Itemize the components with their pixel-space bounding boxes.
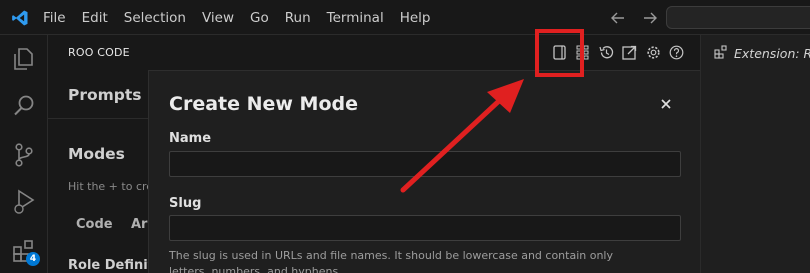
settings-icon[interactable] bbox=[645, 44, 662, 61]
panel-title: ROO CODE bbox=[68, 46, 130, 59]
slug-help-text: The slug is used in URLs and file names.… bbox=[169, 249, 614, 273]
menu-go[interactable]: Go bbox=[250, 10, 269, 26]
panel-header: ROO CODE bbox=[48, 35, 700, 70]
extensions-icon bbox=[714, 45, 727, 59]
help-icon[interactable] bbox=[668, 44, 685, 61]
role-definition-heading: Role Definitio bbox=[68, 258, 148, 273]
extensions-badge: 4 bbox=[26, 252, 40, 266]
menu-edit[interactable]: Edit bbox=[82, 10, 108, 26]
explorer-icon[interactable] bbox=[10, 45, 38, 73]
menu-selection[interactable]: Selection bbox=[124, 10, 186, 26]
section-divider bbox=[48, 118, 148, 119]
extension-editor-tab[interactable]: Extension: Roo bbox=[701, 35, 810, 70]
activity-bar: 4 bbox=[0, 35, 48, 273]
source-control-icon[interactable] bbox=[10, 141, 38, 169]
extension-tab-label: Extension: Roo bbox=[734, 46, 810, 61]
navigation-arrows bbox=[608, 8, 672, 28]
popout-icon[interactable] bbox=[621, 44, 638, 61]
forward-arrow-icon[interactable] bbox=[640, 8, 660, 28]
title-bar: File Edit Selection View Go Run Terminal… bbox=[0, 0, 810, 35]
annotation-highlight-box bbox=[535, 29, 584, 77]
command-center-search[interactable] bbox=[666, 6, 810, 29]
history-icon[interactable] bbox=[598, 44, 615, 61]
mode-tab-code[interactable]: Code bbox=[76, 217, 113, 232]
vscode-logo-icon bbox=[12, 10, 28, 26]
name-input[interactable] bbox=[169, 151, 681, 177]
menu-view[interactable]: View bbox=[202, 10, 234, 26]
menu-terminal[interactable]: Terminal bbox=[327, 10, 384, 26]
modes-heading: Modes bbox=[68, 145, 125, 163]
back-arrow-icon[interactable] bbox=[608, 8, 628, 28]
menu-bar: File Edit Selection View Go Run Terminal… bbox=[43, 0, 446, 35]
name-label: Name bbox=[169, 131, 212, 146]
editor-area: Extension: Roo bbox=[700, 35, 810, 273]
menu-file[interactable]: File bbox=[43, 10, 66, 26]
mode-tab-architect[interactable]: Ar bbox=[131, 217, 147, 232]
run-debug-icon[interactable] bbox=[10, 187, 38, 215]
search-icon[interactable] bbox=[10, 92, 38, 120]
dialog-title: Create New Mode bbox=[169, 93, 359, 115]
close-icon[interactable] bbox=[657, 95, 675, 113]
modes-hint: Hit the + to cre bbox=[68, 180, 148, 193]
prompts-heading: Prompts bbox=[68, 86, 142, 104]
create-mode-dialog: Create New Mode Name Slug The slug is us… bbox=[148, 70, 700, 273]
menu-help[interactable]: Help bbox=[400, 10, 431, 26]
menu-run[interactable]: Run bbox=[285, 10, 311, 26]
slug-input[interactable] bbox=[169, 215, 681, 241]
slug-label: Slug bbox=[169, 196, 202, 211]
